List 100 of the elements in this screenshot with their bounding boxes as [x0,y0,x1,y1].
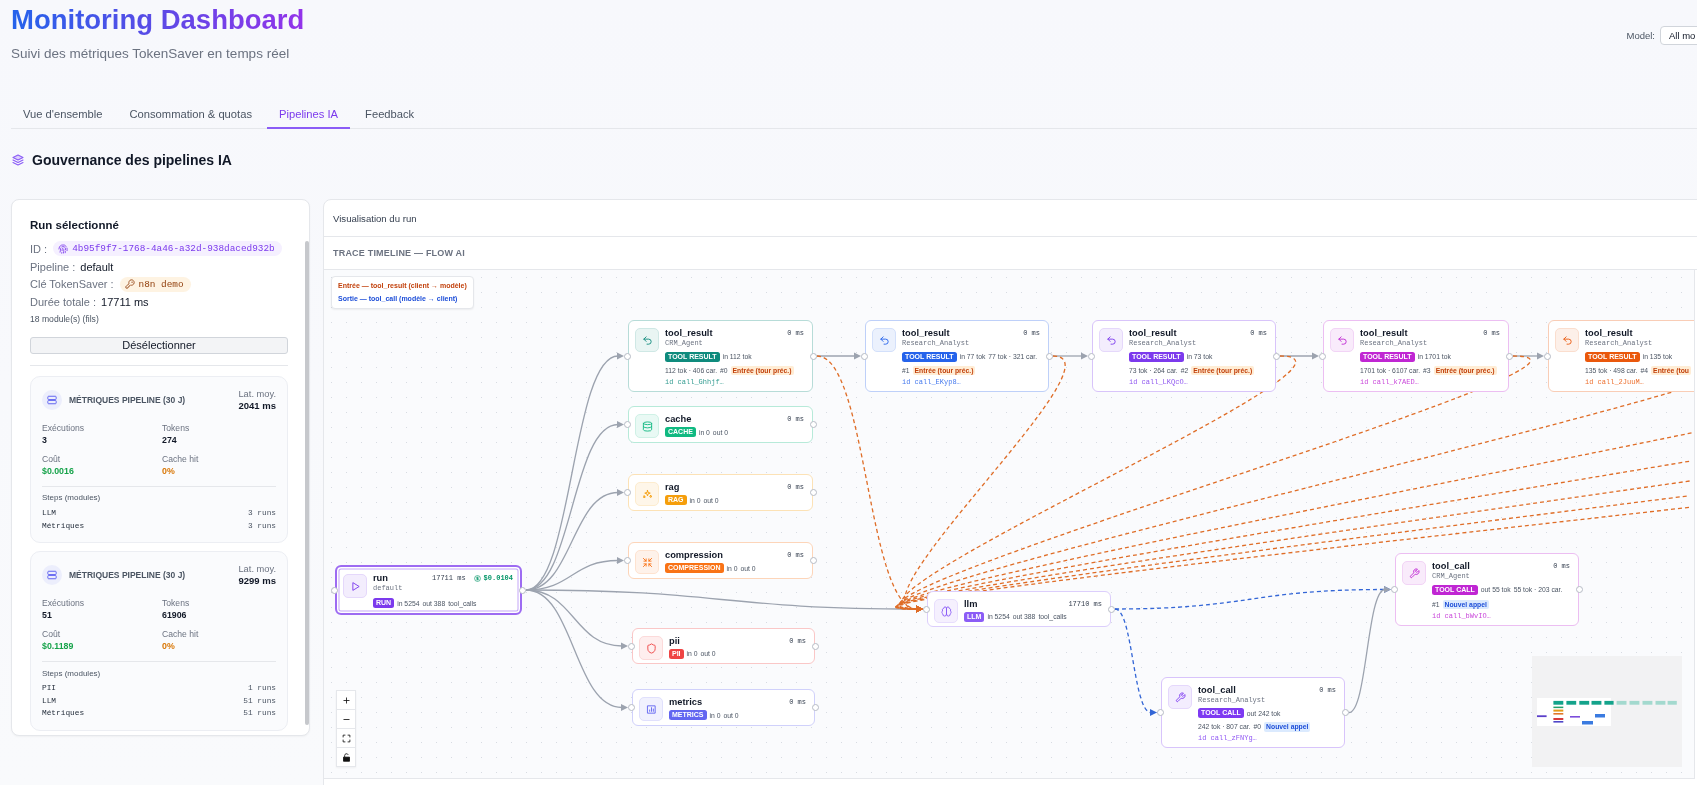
stat-label: Cache hit [162,452,199,465]
handle-icon[interactable] [810,421,817,428]
modules-note: 18 module(s) (fils) [30,312,100,326]
handle-icon[interactable] [624,352,631,360]
handle-icon[interactable] [1342,709,1349,716]
handle-icon[interactable] [331,586,338,594]
minimap-node [1537,715,1547,718]
layers-icon [12,154,24,166]
key-icon [124,279,135,290]
stat-value: 51 [42,609,52,621]
lock-button[interactable] [336,747,356,767]
handle-icon[interactable] [624,421,631,428]
handle-icon[interactable] [810,557,817,564]
stat-label: Coût [42,628,61,640]
minimap-node [1642,700,1653,705]
stat-value: $0.0016 [42,464,74,477]
field-label: Pipeline : [30,260,76,273]
stat-value: 0% [162,464,175,477]
dollar-coin-icon [473,574,481,582]
section-title: Gouvernance des pipelines IA [32,151,232,169]
key-name: n8n demo [138,277,184,291]
stat-label: Tokens [162,597,190,609]
node-title: tool_call [1432,560,1470,572]
card-title: MÉTRIQUES PIPELINE (30 J) [69,570,186,580]
sparkles-icon [635,482,659,506]
wrench-icon [1168,685,1192,709]
panel-title: Visualisation du run [333,212,417,224]
steps-label: Steps (modules) [42,492,102,505]
shield-icon [639,636,663,660]
handle-icon[interactable] [810,352,817,360]
inward-arrows-icon [635,550,659,574]
handle-icon[interactable] [1544,352,1551,360]
node-title: tool_result [665,327,713,339]
field-label: Clé TokenSaver : [30,278,114,291]
padlock-icon [341,752,351,762]
node-title: run [373,572,388,584]
field-value: 17711 ms [101,295,149,308]
minimap-node [1566,700,1577,705]
handle-icon[interactable] [1088,352,1095,360]
deselect-button[interactable]: Désélectionner [30,336,288,354]
handle-icon[interactable] [1157,709,1164,716]
handle-icon[interactable] [1319,352,1326,360]
node-title: pii [669,635,680,647]
node-title: llm [964,598,978,610]
model-label: Model: [1626,30,1655,41]
handle-icon[interactable] [861,352,868,360]
node-title: cache [665,413,692,425]
minimap-node [1616,700,1627,705]
wrench-icon [1402,561,1426,585]
handle-icon[interactable] [628,642,635,650]
node-title: tool_result [1129,327,1177,339]
brain-icon [934,599,958,623]
node-title: tool_call [1198,684,1236,696]
tab[interactable]: Pipelines IA [267,98,351,129]
field-label: Durée totale : [30,295,97,308]
handle-icon[interactable] [624,489,631,496]
server-icon [42,389,62,410]
handle-icon[interactable] [1108,605,1115,613]
panel-title: Run sélectionné [30,218,120,233]
latency-value: 9299 ms [238,575,276,587]
handle-icon[interactable] [1576,586,1583,593]
model-select[interactable]: All mo [1660,26,1697,45]
plus-icon [341,695,351,705]
handle-icon[interactable] [812,704,819,711]
handle-icon[interactable] [923,605,930,613]
latency-label: Lat. moy. [238,563,276,575]
handle-icon[interactable] [624,557,631,564]
play-icon [343,574,367,598]
stat-label: Tokens [162,421,190,434]
tab[interactable]: Consommation & quotas [117,98,264,129]
tab[interactable]: Vue d'ensemble [11,98,115,129]
minimap[interactable] [1532,656,1682,767]
minimap-node [1595,714,1605,718]
handle-icon[interactable] [1391,586,1398,593]
handle-icon[interactable] [1273,352,1280,360]
handle-icon[interactable] [1506,352,1513,360]
field-value: default [80,260,114,273]
handle-icon[interactable] [810,489,817,496]
stat-label: Coût [42,452,61,465]
stat-value: $0.1189 [42,640,74,652]
handle-icon[interactable] [812,642,819,650]
minimap-node [1629,700,1640,705]
handle-icon[interactable] [628,704,635,711]
card-title: MÉTRIQUES PIPELINE (30 J) [69,394,186,405]
fingerprint-icon [58,243,69,254]
database-icon [635,414,659,438]
latency-label: Lat. moy. [238,387,276,400]
zoom-in-button[interactable] [336,690,356,710]
server-icon [42,565,62,585]
stat-value: 61906 [162,609,187,621]
fit-view-button[interactable] [336,728,356,748]
node-title: metrics [669,696,703,708]
stat-label: Cache hit [162,628,199,640]
trace-title: TRACE TIMELINE — FLOW AI [333,248,465,258]
node-title: tool_result [902,327,950,339]
tab[interactable]: Feedback [353,98,427,129]
handle-icon[interactable] [519,586,526,594]
scrollbar[interactable] [305,241,309,725]
stat-value: 0% [162,640,175,652]
handle-icon[interactable] [1046,352,1053,360]
